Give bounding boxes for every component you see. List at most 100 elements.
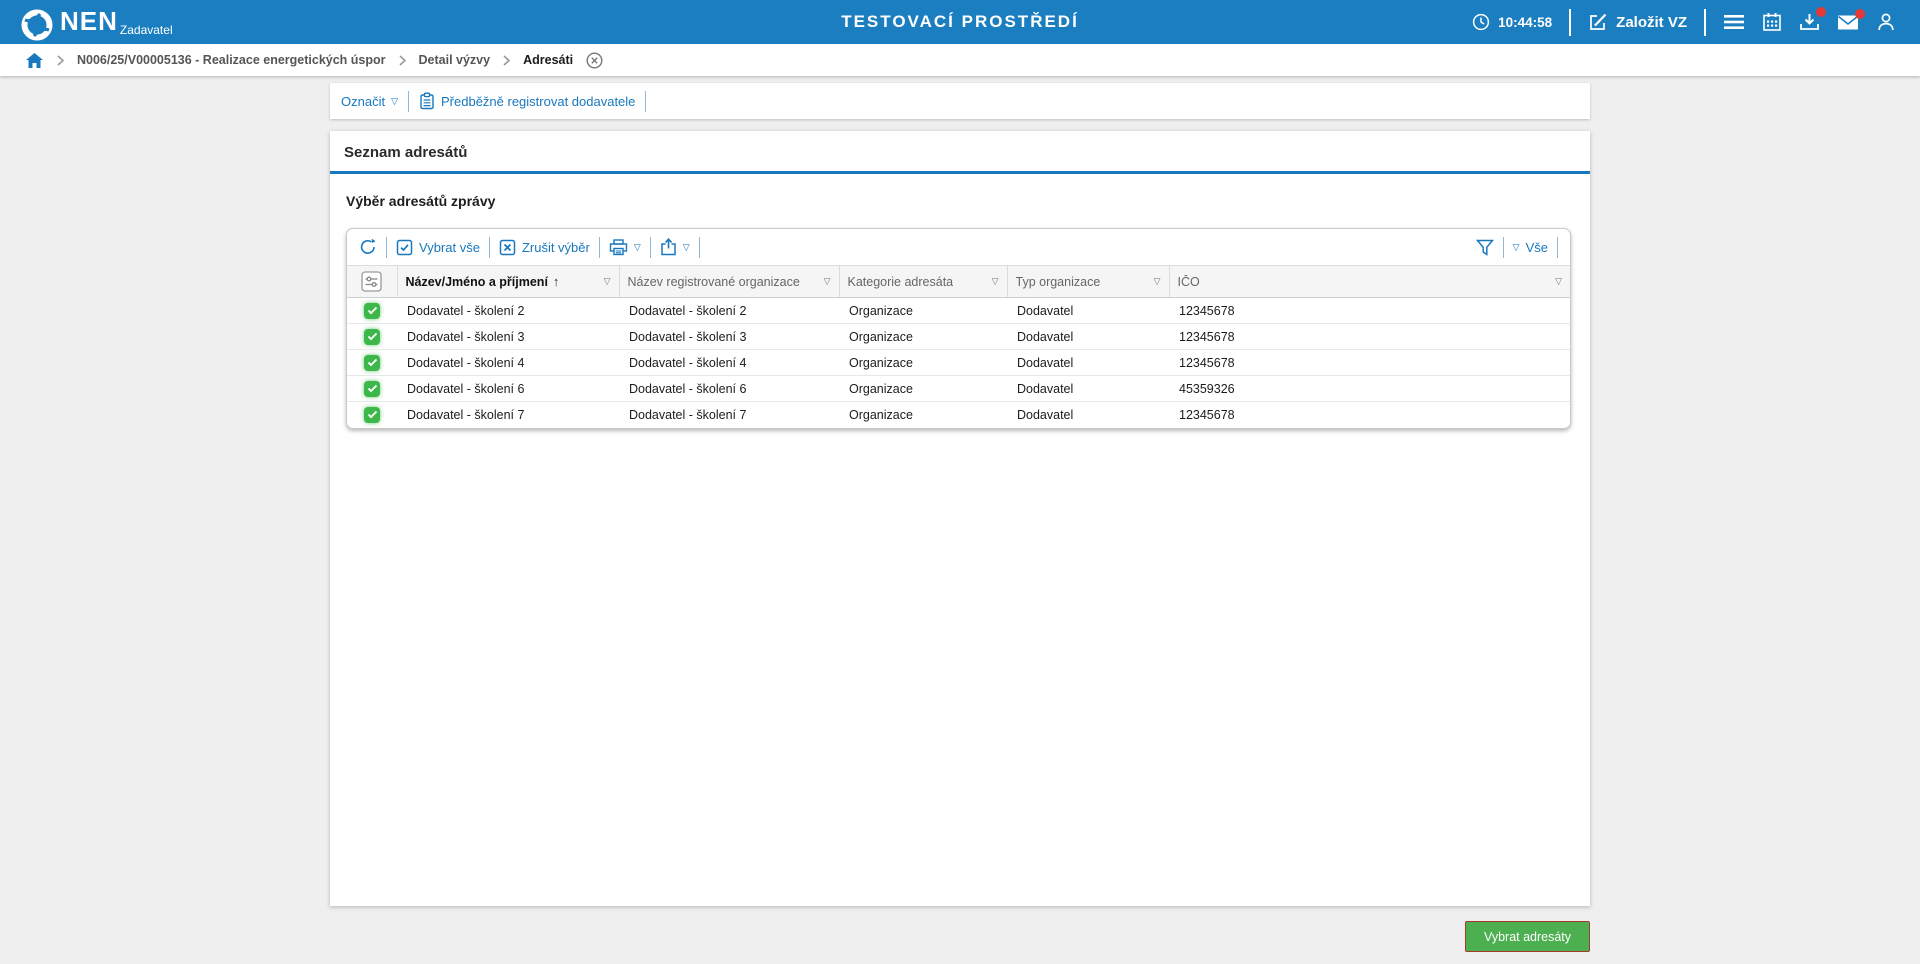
column-header-registered-org[interactable]: Název registrované organizace ▽ — [619, 266, 839, 298]
print-button[interactable]: ▽ — [609, 239, 641, 256]
cell-org: Dodavatel - školení 6 — [619, 376, 839, 402]
filter-triangle-icon[interactable]: ▽ — [1549, 277, 1562, 286]
chevron-right-icon — [399, 55, 406, 66]
home-button[interactable] — [25, 52, 44, 69]
cell-type: Dodavatel — [1007, 324, 1169, 350]
row-checkbox-checked[interactable] — [364, 381, 380, 397]
filter-triangle-icon[interactable]: ▽ — [986, 277, 999, 286]
nen-logo[interactable]: NEN Zadavatel — [20, 3, 173, 42]
menu-button[interactable] — [1723, 13, 1745, 31]
cell-type: Dodavatel — [1007, 350, 1169, 376]
divider — [1503, 237, 1504, 258]
select-addressees-button[interactable]: Vybrat adresáty — [1465, 921, 1590, 952]
home-icon — [25, 52, 44, 69]
preregister-supplier-button[interactable]: Předběžně registrovat dodavatele — [419, 92, 635, 110]
export-button[interactable]: ▽ — [660, 238, 690, 256]
brand-name: NEN — [60, 9, 118, 33]
row-checkbox-checked[interactable] — [364, 303, 380, 319]
action-toolbar: Označit ▽ Předběžně registrovat dodavate… — [330, 83, 1590, 119]
cell-ico: 12345678 — [1169, 350, 1570, 376]
check-icon — [367, 358, 378, 367]
calendar-button[interactable] — [1762, 12, 1782, 32]
table-header-row: Název/Jméno a příjmení ↑ ▽ Název registr… — [347, 266, 1570, 298]
refresh-button[interactable] — [359, 238, 377, 256]
column-settings-header[interactable] — [347, 266, 397, 298]
table-row[interactable]: Dodavatel - školení 2 Dodavatel - školen… — [347, 298, 1570, 324]
current-time: 10:44:58 — [1498, 15, 1552, 30]
divider — [699, 237, 700, 258]
printer-icon — [609, 239, 628, 256]
select-all-button[interactable]: Vybrat vše — [396, 239, 480, 256]
cell-name: Dodavatel - školení 3 — [397, 324, 619, 350]
select-all-label: Vybrat vše — [419, 240, 480, 255]
content-card: Seznam adresátů Výběr adresátů zprávy Vy… — [330, 131, 1590, 906]
chevron-down-icon: ▽ — [634, 243, 641, 252]
messages-button[interactable] — [1837, 14, 1859, 31]
column-settings-icon — [361, 271, 382, 292]
preregister-label: Předběžně registrovat dodavatele — [441, 94, 635, 109]
breadcrumb: N006/25/V00005136 - Realizace energetick… — [0, 44, 1920, 76]
chevron-down-icon: ▽ — [1513, 243, 1520, 252]
filter-triangle-icon[interactable]: ▽ — [1148, 277, 1161, 286]
user-icon — [1876, 12, 1896, 32]
table-row[interactable]: Dodavatel - školení 4 Dodavatel - školen… — [347, 350, 1570, 376]
check-icon — [367, 306, 378, 315]
brand-subtitle: Zadavatel — [120, 24, 173, 36]
table-row[interactable]: Dodavatel - školení 7 Dodavatel - školen… — [347, 402, 1570, 428]
cell-category: Organizace — [839, 376, 1007, 402]
row-checkbox-checked[interactable] — [364, 407, 380, 423]
chevron-right-icon — [57, 55, 64, 66]
cell-ico: 45359326 — [1169, 376, 1570, 402]
cell-ico: 12345678 — [1169, 324, 1570, 350]
nen-logo-icon — [20, 8, 54, 42]
inbox-button[interactable] — [1799, 12, 1820, 32]
clock-icon — [1472, 13, 1490, 31]
checkbox-x-icon — [499, 239, 516, 256]
share-export-icon — [660, 238, 677, 256]
divider — [599, 237, 600, 258]
notification-badge — [1816, 7, 1826, 17]
row-checkbox-checked[interactable] — [364, 329, 380, 345]
user-button[interactable] — [1876, 12, 1896, 32]
environment-title: TESTOVACÍ PROSTŘEDÍ — [841, 0, 1079, 44]
chevron-down-icon: ▽ — [391, 97, 398, 106]
breadcrumb-item-adresati[interactable]: Adresáti — [523, 53, 573, 67]
divider — [386, 237, 387, 258]
divider — [1704, 9, 1706, 36]
column-header-category[interactable]: Kategorie adresáta ▽ — [839, 266, 1007, 298]
table-row[interactable]: Dodavatel - školení 3 Dodavatel - školen… — [347, 324, 1570, 350]
divider — [408, 91, 409, 112]
create-vz-button[interactable]: Založit VZ — [1588, 12, 1687, 32]
table-row[interactable]: Dodavatel - školení 6 Dodavatel - školen… — [347, 376, 1570, 402]
column-header-ico[interactable]: IČO ▽ — [1169, 266, 1570, 298]
cell-ico: 12345678 — [1169, 298, 1570, 324]
addressees-grid: Vybrat vše Zrušit výběr ▽ — [346, 228, 1571, 429]
filter-triangle-icon[interactable]: ▽ — [818, 277, 831, 286]
filter-all-button[interactable]: ▽ Vše — [1513, 240, 1548, 255]
create-vz-label: Založit VZ — [1616, 14, 1687, 31]
cell-type: Dodavatel — [1007, 376, 1169, 402]
filter-triangle-icon[interactable]: ▽ — [598, 277, 611, 286]
cell-name: Dodavatel - školení 7 — [397, 402, 619, 428]
row-checkbox-checked[interactable] — [364, 355, 380, 371]
clear-selection-button[interactable]: Zrušit výběr — [499, 239, 590, 256]
column-header-org-type[interactable]: Typ organizace ▽ — [1007, 266, 1169, 298]
grid-title: Výběr adresátů zprávy — [330, 174, 1590, 228]
breadcrumb-item-procurement[interactable]: N006/25/V00005136 - Realizace energetick… — [77, 53, 386, 67]
checkbox-check-icon — [396, 239, 413, 256]
check-icon — [367, 384, 378, 393]
cell-category: Organizace — [839, 298, 1007, 324]
cell-name: Dodavatel - školení 6 — [397, 376, 619, 402]
filter-button[interactable] — [1476, 239, 1494, 256]
funnel-icon — [1476, 239, 1494, 256]
divider — [489, 237, 490, 258]
cell-type: Dodavatel — [1007, 402, 1169, 428]
check-icon — [367, 410, 378, 419]
page-title: Seznam adresátů — [330, 131, 1590, 174]
cell-category: Organizace — [839, 350, 1007, 376]
cell-org: Dodavatel - školení 2 — [619, 298, 839, 324]
close-tab-button[interactable] — [586, 52, 603, 69]
breadcrumb-item-detail-vyzvy[interactable]: Detail výzvy — [419, 53, 491, 67]
mark-menu-button[interactable]: Označit ▽ — [341, 94, 398, 109]
column-header-name[interactable]: Název/Jméno a příjmení ↑ ▽ — [397, 266, 619, 298]
